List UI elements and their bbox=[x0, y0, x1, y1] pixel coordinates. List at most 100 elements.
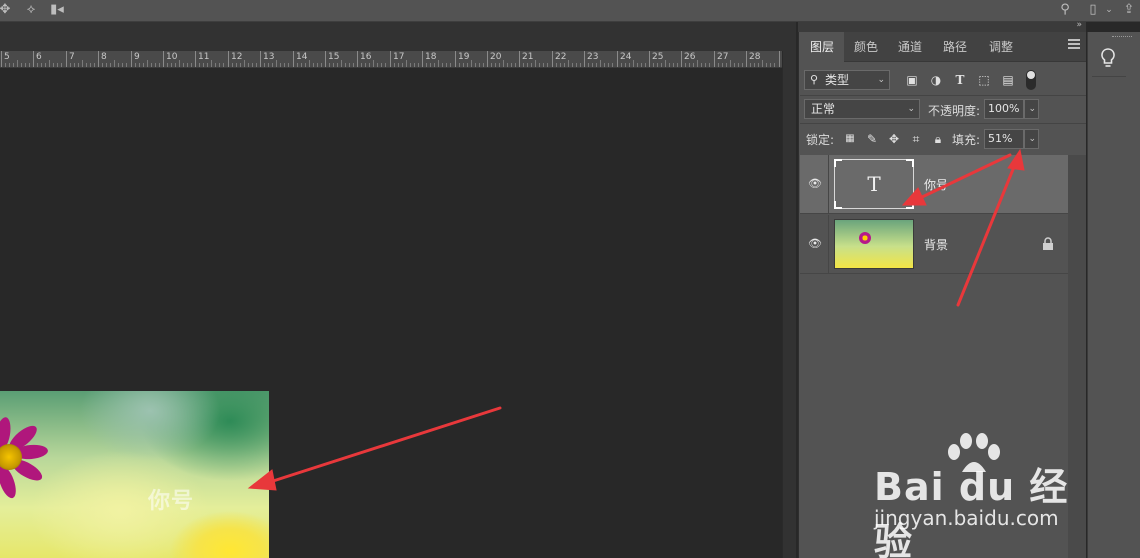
lock-artboard-icon[interactable]: ⌗ bbox=[908, 131, 924, 147]
ruler-label: 12 bbox=[231, 52, 243, 62]
ruler-minor-tick bbox=[74, 63, 75, 67]
layer-name[interactable]: 你号 bbox=[924, 176, 948, 193]
visibility-eye-icon[interactable]: 👁︎ bbox=[808, 237, 822, 251]
tab-color[interactable]: 颜色 bbox=[844, 32, 888, 62]
ruler-major-tick bbox=[455, 51, 456, 67]
divider bbox=[828, 215, 829, 274]
ruler-label: 13 bbox=[263, 52, 275, 62]
ruler-minor-tick bbox=[78, 63, 79, 67]
ruler-minor-tick bbox=[207, 63, 208, 67]
ruler-minor-tick bbox=[139, 63, 140, 67]
panel-grip[interactable] bbox=[1112, 36, 1132, 39]
ruler-minor-tick bbox=[511, 63, 512, 67]
transform-3d-icon[interactable]: ⟡ bbox=[22, 1, 40, 19]
ruler-minor-tick bbox=[503, 60, 504, 67]
smart-object-filter-icon[interactable]: ▤ bbox=[1000, 72, 1016, 88]
search-icon[interactable]: ⚲ bbox=[1056, 1, 1074, 19]
ruler-minor-tick bbox=[248, 63, 249, 67]
ruler-minor-tick bbox=[722, 63, 723, 67]
ruler-major-tick bbox=[714, 51, 715, 67]
tab-paths[interactable]: 路径 bbox=[932, 32, 978, 62]
ruler-minor-tick bbox=[236, 63, 237, 67]
ruler-minor-tick bbox=[467, 63, 468, 67]
ruler-minor-tick bbox=[167, 63, 168, 67]
lightbulb-icon[interactable] bbox=[1096, 46, 1120, 70]
divider bbox=[800, 123, 1086, 124]
filter-toggle-icon[interactable] bbox=[1026, 70, 1036, 90]
collapse-panels-icon[interactable]: » bbox=[1076, 20, 1082, 30]
lock-image-pixels-icon[interactable]: ✎ bbox=[864, 131, 880, 147]
ruler-minor-tick bbox=[621, 63, 622, 67]
ruler-minor-tick bbox=[353, 63, 354, 67]
ruler-minor-tick bbox=[495, 63, 496, 67]
ruler-minor-tick bbox=[661, 63, 662, 67]
ruler-minor-tick bbox=[203, 63, 204, 67]
ruler-minor-tick bbox=[179, 60, 180, 67]
tab-channels[interactable]: 通道 bbox=[888, 32, 932, 62]
horizontal-ruler[interactable]: 5 6 7 8 9 10 11 12 13 14 15 16 17 18 19 20 21 22 23 24 25 26 2… bbox=[0, 51, 782, 68]
ruler-minor-tick bbox=[394, 63, 395, 67]
ruler-minor-tick bbox=[625, 63, 626, 67]
ruler-minor-tick bbox=[215, 63, 216, 67]
vertical-scrollbar[interactable] bbox=[782, 51, 796, 558]
ruler-minor-tick bbox=[232, 63, 233, 67]
ruler-minor-tick bbox=[463, 63, 464, 67]
document-image[interactable]: 你号 bbox=[0, 391, 269, 558]
lock-position-icon[interactable]: ✥ bbox=[886, 131, 902, 147]
shape-filter-icon[interactable]: ⬚ bbox=[976, 72, 992, 88]
fill-dropdown[interactable]: ⌄ bbox=[1024, 129, 1039, 149]
panel-menu-icon[interactable] bbox=[1068, 39, 1080, 53]
ruler-major-tick bbox=[681, 51, 682, 67]
ruler-label: 18 bbox=[425, 52, 437, 62]
visibility-eye-icon[interactable]: 👁︎ bbox=[808, 177, 822, 191]
tab-adjustments[interactable]: 调整 bbox=[978, 32, 1024, 62]
layer-thumbnail-image[interactable] bbox=[834, 219, 914, 269]
chevron-down-icon: ⌄ bbox=[1028, 134, 1036, 144]
ruler-minor-tick bbox=[608, 63, 609, 67]
lock-all-icon[interactable]: 🔒︎ bbox=[930, 131, 946, 147]
ruler-label: 19 bbox=[458, 52, 470, 62]
ruler-major-tick bbox=[325, 51, 326, 67]
share-icon[interactable]: ⇪ bbox=[1120, 1, 1138, 19]
ruler-minor-tick bbox=[183, 63, 184, 67]
type-filter-icon[interactable]: T bbox=[952, 72, 968, 88]
filter-kind-select[interactable]: ⚲ 类型 ⌄ bbox=[804, 70, 890, 90]
lock-transparent-pixels-icon[interactable]: ▦ bbox=[842, 131, 858, 147]
move-distribute-icon[interactable]: ✥ bbox=[0, 1, 14, 19]
adjustment-filter-icon[interactable]: ◑ bbox=[928, 72, 944, 88]
opacity-dropdown[interactable]: ⌄ bbox=[1024, 99, 1039, 119]
ruler-major-tick bbox=[649, 51, 650, 67]
ruler-minor-tick bbox=[305, 63, 306, 67]
baidu-watermark: Bai du 经验 jingyan.baidu.com bbox=[870, 432, 1090, 558]
ruler-minor-tick bbox=[547, 63, 548, 67]
divider bbox=[800, 95, 1086, 96]
fill-input[interactable]: 51% bbox=[984, 129, 1024, 149]
ruler-minor-tick bbox=[657, 63, 658, 67]
ruler-minor-tick bbox=[223, 63, 224, 67]
panel-collapse-bar[interactable]: » bbox=[798, 20, 1086, 32]
ruler-major-tick bbox=[487, 51, 488, 67]
ruler-minor-tick bbox=[244, 60, 245, 67]
ruler-minor-tick bbox=[45, 63, 46, 67]
lock-label: 锁定: bbox=[806, 133, 835, 147]
opacity-input[interactable]: 100% bbox=[984, 99, 1024, 119]
layer-row-text[interactable]: 👁︎ T 你号 bbox=[800, 155, 1068, 214]
video-camera-icon[interactable]: ▮◂ bbox=[48, 1, 66, 19]
blend-mode-select[interactable]: 正常 ⌄ bbox=[804, 99, 920, 119]
layer-thumbnail-text[interactable]: T bbox=[834, 159, 914, 209]
ruler-minor-tick bbox=[381, 63, 382, 67]
chevron-down-icon[interactable]: ⌄ bbox=[1100, 1, 1118, 19]
ruler-major-tick bbox=[746, 51, 747, 67]
ruler-minor-tick bbox=[159, 63, 160, 67]
lock-icon bbox=[1043, 237, 1053, 250]
layer-row-background[interactable]: 👁︎ 背景 bbox=[800, 215, 1068, 274]
canvas-text-layer[interactable]: 你号 bbox=[148, 483, 194, 515]
ruler-minor-tick bbox=[199, 63, 200, 67]
ruler-minor-tick bbox=[256, 63, 257, 67]
ruler-minor-tick bbox=[284, 63, 285, 67]
ruler-minor-tick bbox=[333, 63, 334, 67]
tab-layers[interactable]: 图层 bbox=[800, 32, 844, 62]
layer-name[interactable]: 背景 bbox=[924, 236, 948, 253]
image-filter-icon[interactable]: ▣ bbox=[904, 72, 920, 88]
ruler-minor-tick bbox=[770, 63, 771, 67]
